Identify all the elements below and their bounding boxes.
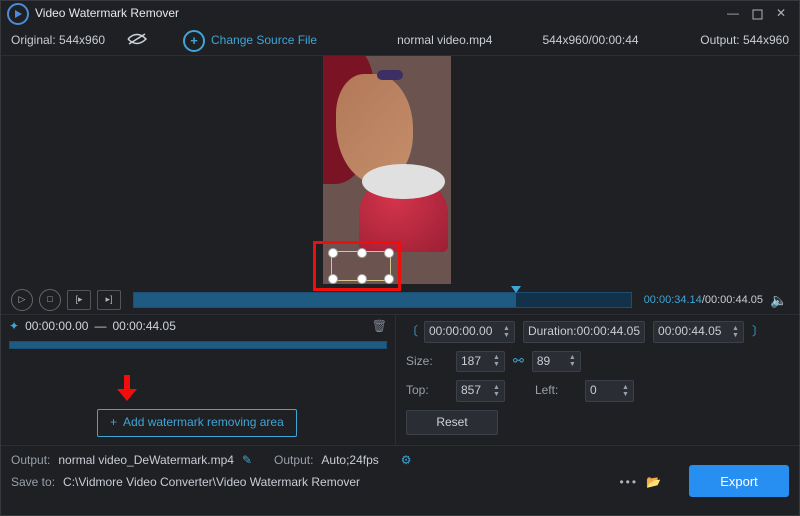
plus-circle-icon: +	[183, 30, 205, 52]
width-input[interactable]: 187▲▼	[456, 351, 505, 373]
output-settings-icon[interactable]: ⚙	[401, 453, 412, 469]
play-button[interactable]: ▷	[11, 289, 33, 311]
source-bar: Original: 544x960 + Change Source File n…	[1, 27, 799, 56]
top-input[interactable]: 857▲▼	[456, 380, 505, 402]
source-filename: normal video.mp4	[397, 33, 492, 49]
timecode: 00:00:34.14/00:00:44.05	[644, 293, 763, 307]
delete-segment-icon[interactable]: 🗑	[372, 319, 387, 335]
close-button[interactable]: ✕	[769, 5, 793, 23]
resize-handle[interactable]	[357, 248, 367, 258]
original-label: Original: 544x960	[11, 33, 121, 49]
annotation-arrow	[117, 375, 137, 406]
rename-output-icon[interactable]: ✎	[242, 453, 252, 469]
segment-start: 00:00:00.00	[25, 319, 88, 335]
stop-button[interactable]: □	[39, 289, 61, 311]
preview-area[interactable]	[1, 56, 799, 286]
source-dims-time: 544x960/00:00:44	[542, 33, 638, 49]
segment-end: 00:00:44.05	[112, 319, 175, 335]
preview-toggle-icon[interactable]	[127, 32, 147, 51]
app-title: Video Watermark Remover	[35, 6, 721, 22]
range-duration-input[interactable]: Duration:00:00:44.05	[523, 321, 645, 343]
volume-icon[interactable]: 🔈	[769, 290, 789, 310]
segments-panel: ✦ 00:00:00.00 — 00:00:44.05 🗑 + Add wate…	[1, 315, 396, 445]
save-to-label: Save to:	[11, 475, 55, 491]
reset-button[interactable]: Reset	[406, 410, 498, 436]
resize-handle[interactable]	[357, 274, 367, 284]
aspect-link-icon[interactable]: ⚯	[513, 353, 524, 370]
range-start-input[interactable]: 00:00:00.00▲▼	[424, 321, 515, 343]
range-end-input[interactable]: 00:00:44.05▲▼	[653, 321, 744, 343]
output-file-label: Output:	[11, 453, 50, 469]
save-path: C:\Vidmore Video Converter\Video Waterma…	[63, 475, 360, 491]
range-end-bracket-icon[interactable]: 〕	[752, 324, 762, 340]
output-dims-label: Output: 544x960	[700, 33, 789, 49]
timeline-scrubber[interactable]	[133, 292, 632, 308]
size-label: Size:	[406, 354, 448, 370]
height-input[interactable]: 89▲▼	[532, 351, 581, 373]
output-format-label: Output:	[274, 453, 313, 469]
top-label: Top:	[406, 383, 448, 399]
left-label: Left:	[535, 383, 577, 399]
left-input[interactable]: 0▲▼	[585, 380, 634, 402]
segment-row[interactable]: ✦ 00:00:00.00 — 00:00:44.05 🗑	[9, 319, 387, 335]
change-source-button[interactable]: + Change Source File	[183, 30, 317, 52]
mark-in-button[interactable]: [▸	[67, 290, 91, 310]
segment-icon: ✦	[9, 319, 19, 335]
segment-bar[interactable]	[9, 341, 387, 349]
maximize-button[interactable]	[745, 5, 769, 23]
export-button[interactable]: Export	[689, 465, 789, 497]
mark-out-button[interactable]: ▸]	[97, 290, 121, 310]
add-watermark-area-button[interactable]: + Add watermark removing area	[97, 409, 297, 437]
output-file-name: normal video_DeWatermark.mp4	[58, 453, 234, 469]
output-format-value: Auto;24fps	[321, 453, 378, 469]
resize-handle[interactable]	[384, 274, 394, 284]
range-start-bracket-icon[interactable]: 〔	[406, 324, 416, 340]
resize-handle[interactable]	[384, 248, 394, 258]
properties-panel: 〔 00:00:00.00▲▼ Duration:00:00:44.05 00:…	[396, 315, 799, 445]
app-logo	[7, 3, 29, 25]
playhead-icon[interactable]	[511, 286, 521, 293]
more-options-button[interactable]: •••	[619, 475, 638, 491]
open-folder-icon[interactable]: 📂	[646, 475, 661, 491]
titlebar: Video Watermark Remover — ✕	[1, 1, 799, 27]
resize-handle[interactable]	[328, 274, 338, 284]
footer: Output: normal video_DeWatermark.mp4 ✎ O…	[1, 445, 799, 498]
minimize-button[interactable]: —	[721, 5, 745, 23]
plus-icon: +	[110, 415, 117, 431]
resize-handle[interactable]	[328, 248, 338, 258]
watermark-selection-box[interactable]	[331, 251, 391, 281]
